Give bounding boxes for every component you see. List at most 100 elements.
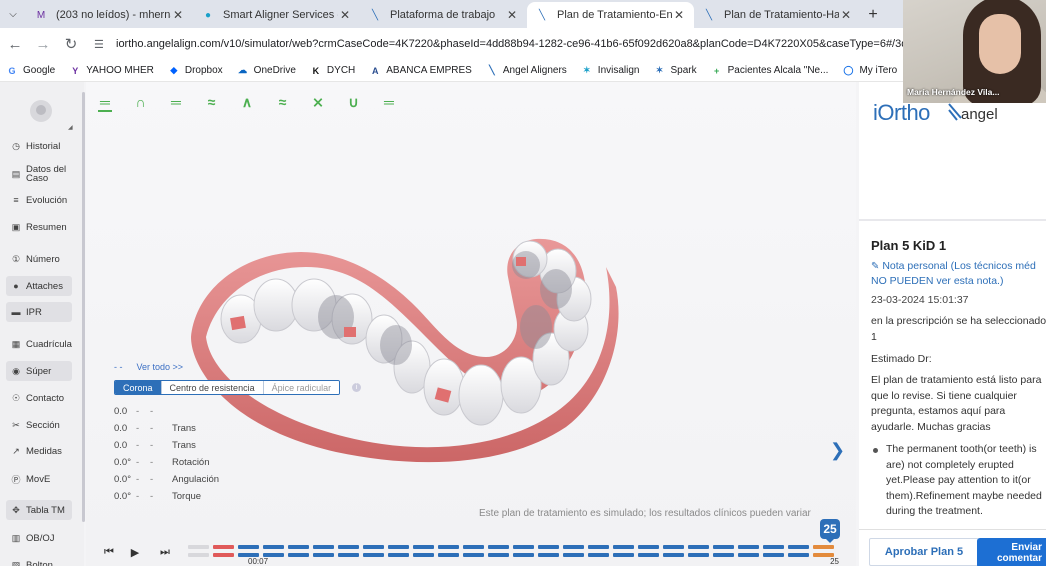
reload-icon[interactable]: ↻ [58, 31, 84, 57]
bookmark-item[interactable]: ✶ Spark [654, 65, 697, 77]
bookmark-label[interactable]: Angel Aligners [503, 65, 567, 76]
sidebar-item-datos-del-caso[interactable]: ▤ Datos del Caso [6, 162, 72, 186]
timeline-stage-segment[interactable] [588, 553, 609, 557]
timeline-stage-segment[interactable] [663, 553, 684, 557]
timeline-stage-segment[interactable] [738, 545, 759, 549]
close-tab-icon[interactable]: ✕ [672, 8, 686, 22]
timeline-stage-segment[interactable] [288, 545, 309, 549]
timeline-stage-segment[interactable] [688, 545, 709, 549]
lower-view-icon[interactable]: ∪ [345, 94, 363, 110]
timeline-stage-segment[interactable] [713, 545, 734, 549]
personal-note-text[interactable]: Nota personal (Los técnicos méd NO PUEDE… [871, 260, 1036, 287]
timeline-stage-segment[interactable] [363, 545, 384, 549]
upper-arch-icon[interactable]: ∧ [238, 94, 256, 110]
stage-timeline[interactable]: 00:07 25 [188, 545, 843, 566]
collapse-dash[interactable]: - - [114, 362, 123, 372]
timeline-stage-segment[interactable] [338, 545, 359, 549]
close-tab-icon[interactable]: ✕ [505, 8, 519, 22]
timeline-stage-segment[interactable] [613, 545, 634, 549]
left-panel-scrollbar[interactable] [82, 92, 85, 522]
timeline-stage-segment[interactable] [638, 545, 659, 549]
sidebar-item-move[interactable]: Ⓟ MovE [6, 469, 72, 489]
timeline-stage-segment[interactable] [438, 553, 459, 557]
timeline-stage-segment[interactable] [188, 553, 209, 557]
bookmark-item[interactable]: ◯ My iTero [842, 65, 897, 77]
bookmark-item[interactable]: G Google [6, 65, 55, 77]
bookmark-item[interactable]: ✶ Invisalign [581, 65, 639, 77]
approve-plan-button[interactable]: Aprobar Plan 5 [869, 538, 979, 566]
bookmark-item[interactable]: ☁ OneDrive [237, 65, 296, 77]
timeline-stage-segment[interactable] [538, 545, 559, 549]
forward-arrow-icon[interactable]: → [30, 31, 56, 57]
timeline-stage-segment[interactable] [438, 545, 459, 549]
tab-title[interactable]: Smart Aligner Services - Panel d [223, 9, 338, 21]
timeline-stage-segment[interactable] [788, 545, 809, 549]
timeline-stage-segment[interactable] [388, 553, 409, 557]
bookmark-item[interactable]: ◆ Dropbox [168, 65, 223, 77]
segment-tab[interactable]: Centro de resistencia [161, 381, 264, 394]
url-text[interactable]: iortho.angelalign.com/v10/simulator/web?… [116, 38, 907, 50]
timeline-stage-segment[interactable] [388, 545, 409, 549]
timeline-stage-segment[interactable] [338, 553, 359, 557]
sidebar-item-resumen[interactable]: ▣ Resumen [6, 217, 72, 237]
personal-note-link[interactable]: ✎ Nota personal (Los técnicos méd NO PUE… [871, 259, 1046, 288]
close-tab-icon[interactable]: ✕ [839, 8, 853, 22]
timeline-stage-segment[interactable] [613, 553, 634, 557]
tab-title[interactable]: Plan de Tratamiento-Enara Pere [557, 9, 672, 21]
both-arch-icon[interactable]: ⨯ [309, 94, 327, 110]
timeline-stage-segment[interactable] [488, 545, 509, 549]
timeline-stage-segment[interactable] [763, 545, 784, 549]
new-tab-plus-icon[interactable]: + [861, 2, 885, 28]
timeline-stage-segment[interactable] [463, 553, 484, 557]
timeline-stage-segment[interactable] [813, 545, 834, 549]
sidebar-item-n-mero[interactable]: ① Número [6, 249, 72, 269]
timeline-stage-segment[interactable] [713, 553, 734, 557]
sidebar-item-s-per[interactable]: ◉ Súper [6, 361, 72, 381]
tab-title[interactable]: (203 no leídos) - mhernanvilard [56, 9, 171, 21]
bookmark-label[interactable]: Dropbox [185, 65, 223, 76]
timeline-stage-segment[interactable] [638, 553, 659, 557]
sidebar-item-ipr[interactable]: ▬ IPR [6, 302, 72, 322]
dental-arch-3d-model[interactable] [186, 227, 656, 477]
sidebar-item-historial[interactable]: ◷ Historial [6, 136, 72, 156]
skip-back-icon[interactable]: ⏮ [102, 545, 116, 559]
sidebar-item-secci-n[interactable]: ✂ Sección [6, 415, 72, 435]
send-comment-button[interactable]: Enviar comentar [977, 538, 1046, 566]
sidebar-item-ob-oj[interactable]: ▥ OB/OJ [6, 528, 72, 548]
timeline-stage-segment[interactable] [538, 553, 559, 557]
timeline-stage-segment[interactable] [663, 545, 684, 549]
timeline-stage-segment[interactable] [688, 553, 709, 557]
bookmark-label[interactable]: Pacientes Alcala "Ne... [728, 65, 829, 76]
browser-tab[interactable]: ╲ Plataforma de trabajo ✕ [360, 2, 527, 28]
bookmark-label[interactable]: YAHOO MHER [86, 65, 154, 76]
segment-tab[interactable]: Corona [115, 381, 162, 394]
skip-forward-icon[interactable]: ⏭ [158, 545, 172, 559]
view-all-link[interactable]: - - Ver todo >> [114, 362, 183, 372]
bookmark-item[interactable]: K DYCH [310, 65, 356, 77]
sidebar-item-tabla-tm[interactable]: ✥ Tabla TM [6, 500, 72, 520]
timeline-stage-segment[interactable] [363, 553, 384, 557]
timeline-stage-segment[interactable] [263, 545, 284, 549]
occlusal-view-icon[interactable]: ═ [380, 94, 398, 110]
sidebar-item-evoluci-n[interactable]: ≡ Evolución [6, 190, 72, 210]
timeline-stage-segment[interactable] [588, 545, 609, 549]
timeline-stage-segment[interactable] [213, 553, 234, 557]
avatar[interactable] [30, 100, 52, 122]
bookmark-label[interactable]: ABANCA EMPRES [386, 65, 472, 76]
bookmark-item[interactable]: + Pacientes Alcala "Ne... [711, 65, 829, 77]
bookmark-label[interactable]: OneDrive [254, 65, 296, 76]
back-arrow-icon[interactable]: ← [2, 31, 28, 57]
timeline-stage-segment[interactable] [788, 553, 809, 557]
timeline-stage-segment[interactable] [313, 545, 334, 549]
tab-title[interactable]: Plan de Tratamiento-Hanna Bo [724, 9, 839, 21]
left-view-icon[interactable]: ═ [167, 94, 185, 110]
upper-view-icon[interactable]: ∩ [132, 94, 150, 110]
sidebar-item-bolton[interactable]: ▧ Bolton [6, 555, 72, 566]
timeline-stage-segment[interactable] [463, 545, 484, 549]
info-icon[interactable]: i [352, 383, 361, 392]
browser-tab[interactable]: M (203 no leídos) - mhernanvilard✕ [26, 2, 193, 28]
sidebar-item-attaches[interactable]: ● Attaches [6, 276, 72, 296]
timeline-stage-segment[interactable] [488, 553, 509, 557]
timeline-stage-segment[interactable] [513, 553, 534, 557]
browser-tab[interactable]: ╲ Plan de Tratamiento-Hanna Bo✕ [694, 2, 861, 28]
